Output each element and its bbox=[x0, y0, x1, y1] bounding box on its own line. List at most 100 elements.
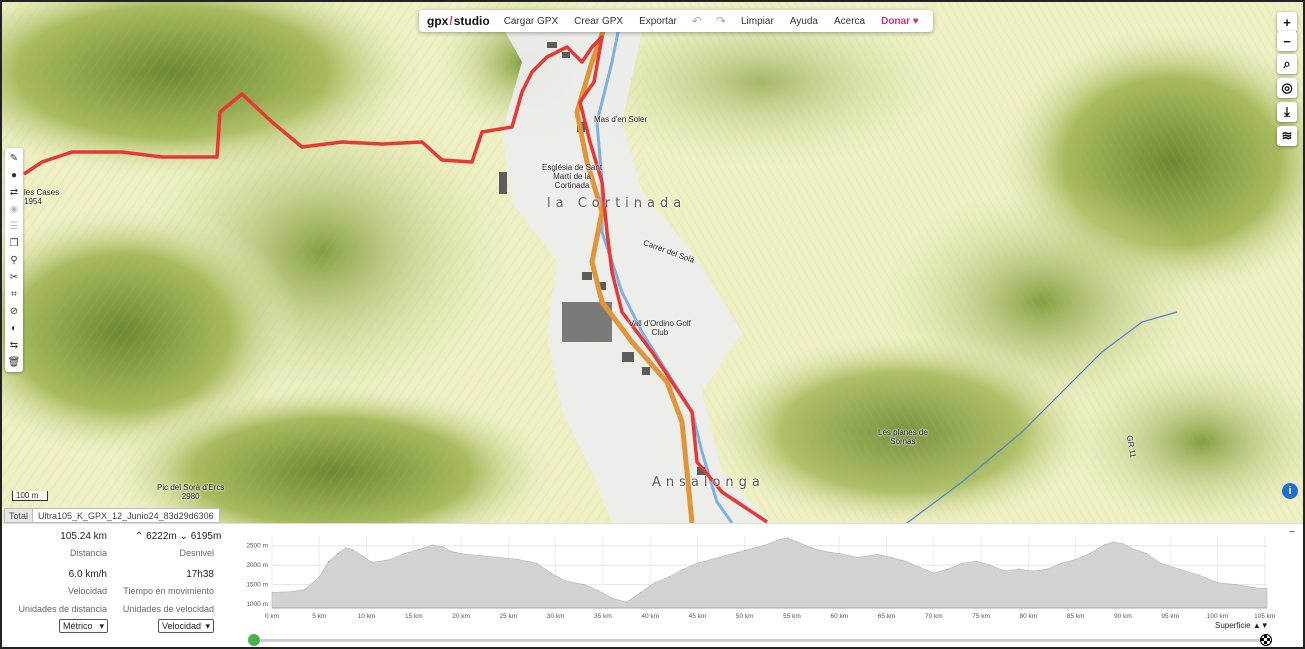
palette-icon[interactable]: ◐ bbox=[6, 320, 22, 337]
track-tabs: Total Ultra105_K_GPX_12_Junio24_83d29d63… bbox=[4, 508, 220, 523]
elevation-point bbox=[786, 537, 788, 539]
pencil-icon[interactable]: ✎ bbox=[6, 150, 22, 167]
elevation-point bbox=[328, 560, 330, 562]
elevation-point bbox=[763, 545, 765, 547]
trash-icon[interactable]: 🗑 bbox=[6, 354, 22, 371]
drop-icon[interactable]: ● bbox=[6, 167, 22, 184]
arrow-down-icon: ⌄ bbox=[179, 531, 188, 542]
elevation-point bbox=[947, 568, 949, 570]
locate-icon[interactable]: ◎ bbox=[1277, 78, 1297, 98]
app-window: Mas d'en Soler Església de Sant Martí de… bbox=[0, 0, 1305, 649]
x-tick-label: 100 km bbox=[1207, 613, 1228, 620]
range-end-handle[interactable] bbox=[1260, 634, 1272, 646]
undo-icon[interactable]: ↶ bbox=[685, 14, 709, 28]
export-button[interactable]: Exportar bbox=[631, 16, 685, 27]
elevation-point bbox=[857, 556, 859, 558]
elevation-point bbox=[1197, 574, 1200, 576]
elevation-point bbox=[1266, 587, 1268, 590]
copy-icon[interactable]: ❐ bbox=[6, 235, 22, 252]
info-button[interactable]: i bbox=[1282, 483, 1298, 499]
elevation-area[interactable] bbox=[271, 537, 1268, 609]
main-toolbar: gpx / studio Cargar GPX Crear GPX Exportar… bbox=[419, 10, 933, 32]
load-gpx-button[interactable]: Cargar GPX bbox=[496, 16, 566, 27]
x-tick-label: 70 km bbox=[925, 613, 943, 620]
label-mas-den-soler: Mas d'en Soler bbox=[594, 115, 648, 124]
tab-total[interactable]: Total bbox=[4, 508, 34, 523]
elevation-point bbox=[597, 589, 599, 592]
elevation-point bbox=[1103, 544, 1105, 546]
x-tick-label: 15 km bbox=[405, 613, 423, 620]
x-tick-label: 65 km bbox=[878, 613, 896, 620]
range-start-handle[interactable] bbox=[248, 634, 260, 646]
about-button[interactable]: Acerca bbox=[826, 16, 873, 27]
elevation-point bbox=[1004, 570, 1006, 572]
elevation-point bbox=[1089, 552, 1091, 555]
label-ansalonga: Ansalonga bbox=[652, 475, 765, 490]
elevation-profile-chart[interactable]: 1000 m 1500 m 2000 m 2500 m 0 km 5 km 10 km 15 … bbox=[234, 532, 1279, 628]
search-icon[interactable]: ⌕ bbox=[1277, 54, 1297, 74]
stats-panel: 105.24 km Distancia ⌃ 6222m ⌄ 6195m Desn… bbox=[2, 523, 1303, 647]
x-tick-label: 60 km bbox=[830, 613, 848, 620]
elevation-point bbox=[810, 547, 812, 549]
elevation-point bbox=[451, 551, 453, 553]
pin-icon[interactable]: ⚲ bbox=[6, 252, 22, 269]
redo-icon[interactable]: ↷ bbox=[709, 14, 733, 28]
elevation-point bbox=[1060, 562, 1063, 564]
tool-sidebar: ✎ ● ⇄ ◉ ☰ ❐ ⚲ ✂ ⌗ ⊘ ◐ ⇆ 🗑 bbox=[5, 148, 23, 372]
split-icon[interactable]: ⇆ bbox=[6, 337, 22, 354]
elevation-point bbox=[1018, 568, 1020, 570]
speed-units-select[interactable]: Velocidad ▾ bbox=[158, 619, 214, 633]
elevation-point bbox=[777, 539, 779, 541]
elevation-point bbox=[611, 597, 613, 599]
elevation-point bbox=[890, 556, 892, 558]
elevation-point bbox=[432, 544, 434, 546]
layers-icon[interactable]: ≋ bbox=[1277, 126, 1297, 146]
crop-icon[interactable]: ⌗ bbox=[6, 286, 22, 303]
reverse-icon[interactable]: ⇄ bbox=[6, 184, 22, 201]
clear-button[interactable]: Limpiar bbox=[733, 16, 782, 27]
label-planes: Les planes de Sornas bbox=[878, 428, 928, 446]
x-tick-label: 45 km bbox=[689, 613, 707, 620]
tab-file[interactable]: Ultra105_K_GPX_12_Junio24_83d29d6306 bbox=[33, 508, 220, 523]
elevation-point bbox=[1179, 568, 1181, 570]
range-slider-track[interactable] bbox=[252, 639, 1267, 642]
zoom-in-button[interactable]: + bbox=[1277, 12, 1297, 32]
surface-toggle[interactable]: Superficie ▲▼ bbox=[1215, 621, 1269, 630]
elevation-point bbox=[517, 558, 519, 560]
elevation-point bbox=[318, 576, 320, 578]
download-icon[interactable]: ⤓ bbox=[1277, 102, 1297, 122]
moving-time-value: 17h38 bbox=[186, 569, 214, 580]
create-gpx-button[interactable]: Crear GPX bbox=[566, 16, 631, 27]
heart-icon: ♥ bbox=[912, 15, 919, 27]
collapse-panel-button[interactable]: − bbox=[1289, 526, 1295, 538]
elevation-point bbox=[271, 591, 273, 593]
distance-units-select[interactable]: Métrico ▾ bbox=[59, 619, 108, 633]
elevation-point bbox=[1235, 584, 1237, 586]
elevation-point bbox=[904, 560, 907, 562]
donate-button[interactable]: Donar ♥ bbox=[873, 16, 927, 27]
elevation-point bbox=[744, 549, 746, 551]
label-la-cortinada: la Cortinada bbox=[547, 196, 687, 211]
elevation-point bbox=[1131, 548, 1133, 550]
hide-icon[interactable]: ⊘ bbox=[6, 303, 22, 320]
label-les-cases: les Cases 1954 bbox=[24, 188, 60, 206]
y-tick-label: 2500 m bbox=[246, 543, 268, 550]
help-button[interactable]: Ayuda bbox=[782, 16, 826, 27]
zoom-out-button[interactable]: − bbox=[1277, 31, 1297, 51]
elevation-point bbox=[668, 576, 670, 578]
map-canvas[interactable] bbox=[2, 2, 1303, 523]
sort-icon: ▲▼ bbox=[1252, 621, 1269, 630]
elevation-point bbox=[1160, 562, 1162, 564]
merge-icon[interactable]: ◉ bbox=[6, 201, 22, 218]
x-tick-label: 0 km bbox=[265, 613, 279, 620]
list-icon[interactable]: ☰ bbox=[6, 218, 22, 235]
elevation-point bbox=[479, 554, 481, 557]
stats-block: 105.24 km Distancia ⌃ 6222m ⌄ 6195m Desn… bbox=[2, 524, 232, 647]
map-view[interactable]: Mas d'en Soler Església de Sant Martí de… bbox=[2, 2, 1303, 523]
elevation-point bbox=[465, 553, 467, 555]
scissors-icon[interactable]: ✂ bbox=[6, 269, 22, 286]
arrow-up-icon: ⌃ bbox=[135, 531, 144, 542]
elevation-point bbox=[711, 558, 713, 560]
elevation-point bbox=[380, 560, 382, 562]
chevron-down-icon: ▾ bbox=[99, 620, 104, 631]
